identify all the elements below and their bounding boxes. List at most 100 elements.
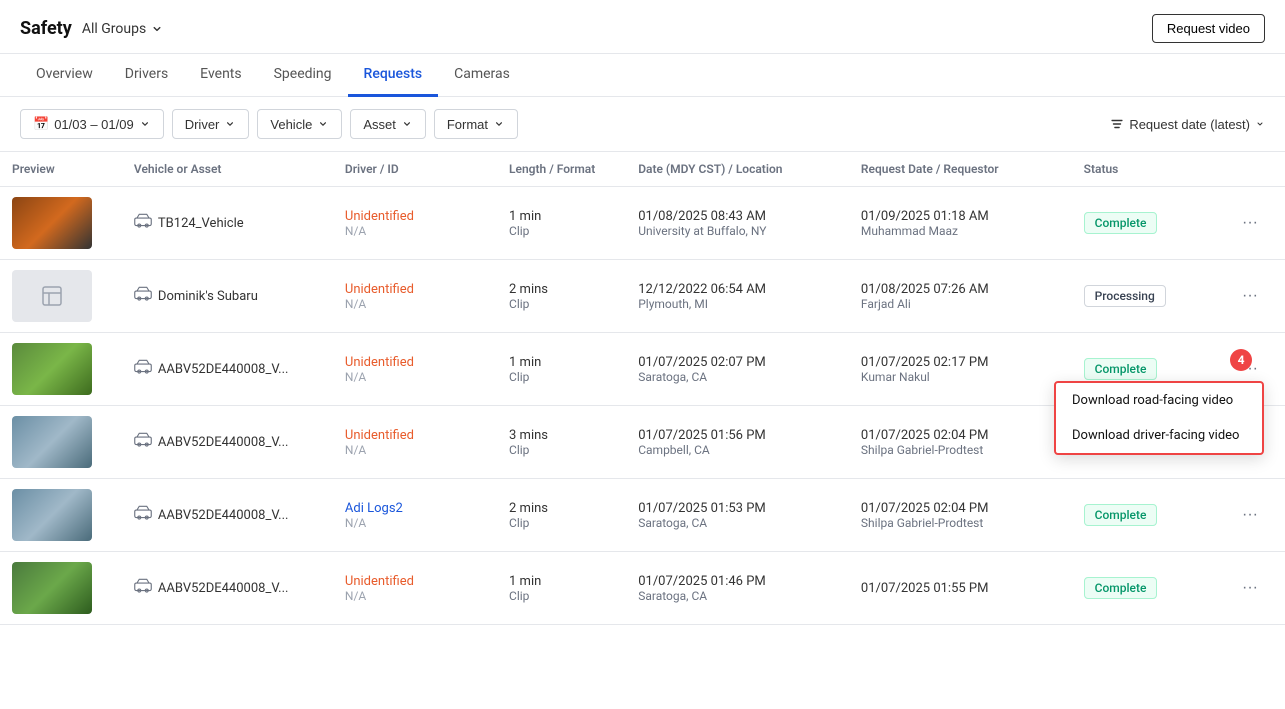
driver-filter[interactable]: Driver	[172, 109, 250, 139]
vehicle-cell: AABV52DE440008_V...	[122, 552, 333, 625]
more-options-button[interactable]: ···	[1236, 284, 1264, 308]
vehicle-name: AABV52DE440008_V...	[158, 581, 289, 596]
more-options-button[interactable]: ···	[1236, 503, 1264, 527]
vehicle-icon	[134, 212, 152, 234]
chevron-down-icon	[224, 118, 236, 130]
driver-name[interactable]: Unidentified	[345, 355, 485, 370]
driver-id: N/A	[345, 297, 485, 311]
vehicle-cell: AABV52DE440008_V...	[122, 333, 333, 406]
date-cell: 01/08/2025 08:43 AM University at Buffal…	[626, 187, 849, 260]
tab-events[interactable]: Events	[184, 54, 257, 97]
requestor-value: Muhammad Maaz	[861, 224, 1060, 238]
date-value: 01/07/2025 02:07 PM	[638, 355, 837, 370]
tab-cameras[interactable]: Cameras	[438, 54, 526, 97]
length-cell: 1 min Clip	[497, 552, 626, 625]
vehicle-name: AABV52DE440008_V...	[158, 362, 289, 377]
length-cell: 1 min Clip	[497, 187, 626, 260]
status-cell: Complete	[1072, 552, 1224, 625]
actions-cell: ···	[1224, 479, 1285, 552]
length-value: 1 min	[509, 209, 614, 224]
driver-cell: Adi Logs2 N/A	[333, 479, 497, 552]
preview-thumbnail	[12, 197, 92, 249]
length-value: 1 min	[509, 355, 614, 370]
request-date-cell: 01/07/2025 01:55 PM	[849, 552, 1072, 625]
length-value: 3 mins	[509, 428, 614, 443]
length-value: 2 mins	[509, 282, 614, 297]
download-driver-facing[interactable]: Download driver-facing video	[1056, 418, 1262, 453]
driver-name[interactable]: Unidentified	[345, 209, 485, 224]
col-header-vehicle: Vehicle or Asset	[122, 152, 333, 187]
format-value: Clip	[509, 516, 614, 530]
sort-button[interactable]: Request date (latest)	[1110, 117, 1265, 132]
preview-thumbnail	[12, 489, 92, 541]
chevron-down-icon	[139, 118, 151, 130]
group-selector[interactable]: All Groups	[82, 21, 164, 37]
asset-filter[interactable]: Asset	[350, 109, 426, 139]
request-date-cell: 01/08/2025 07:26 AM Farjad Ali	[849, 260, 1072, 333]
preview-cell	[0, 260, 122, 333]
date-value: 01/07/2025 01:53 PM	[638, 501, 837, 516]
table-row: AABV52DE440008_V... Unidentified N/A 1 m…	[0, 333, 1285, 406]
req-date-value: 01/07/2025 01:55 PM	[861, 581, 1060, 596]
preview-cell	[0, 333, 122, 406]
driver-id: N/A	[345, 224, 485, 238]
vehicle-icon	[134, 431, 152, 453]
dropdown-badge: 4	[1230, 349, 1252, 371]
length-cell: 2 mins Clip	[497, 479, 626, 552]
status-badge: Complete	[1084, 577, 1158, 599]
more-options-button[interactable]: ···	[1236, 211, 1264, 235]
driver-cell: Unidentified N/A	[333, 333, 497, 406]
length-value: 2 mins	[509, 501, 614, 516]
requestor-value: Kumar Nakul	[861, 370, 1060, 384]
driver-name[interactable]: Unidentified	[345, 282, 485, 297]
filter-bar: 📅 01/03 – 01/09 Driver Vehicle Asset For…	[0, 97, 1285, 152]
page-header: Safety All Groups Request video	[0, 0, 1285, 54]
driver-name[interactable]: Adi Logs2	[345, 501, 485, 516]
col-header-preview: Preview	[0, 152, 122, 187]
preview-cell	[0, 187, 122, 260]
vehicle-name: AABV52DE440008_V...	[158, 435, 289, 450]
requestor-value: Farjad Ali	[861, 297, 1060, 311]
table-row: AABV52DE440008_V... Adi Logs2 N/A 2 mins…	[0, 479, 1285, 552]
date-range-filter[interactable]: 📅 01/03 – 01/09	[20, 109, 164, 139]
tab-overview[interactable]: Overview	[20, 54, 109, 97]
driver-name[interactable]: Unidentified	[345, 428, 485, 443]
vehicle-cell: TB124_Vehicle	[122, 187, 333, 260]
status-cell: Complete	[1072, 479, 1224, 552]
driver-name[interactable]: Unidentified	[345, 574, 485, 589]
date-cell: 01/07/2025 01:46 PM Saratoga, CA	[626, 552, 849, 625]
requests-table: Preview Vehicle or Asset Driver / ID Len…	[0, 152, 1285, 681]
preview-cell	[0, 406, 122, 479]
request-date-cell: 01/07/2025 02:04 PM Shilpa Gabriel-Prodt…	[849, 479, 1072, 552]
req-date-value: 01/07/2025 02:04 PM	[861, 501, 1060, 516]
tab-requests[interactable]: Requests	[348, 54, 439, 97]
driver-id: N/A	[345, 589, 485, 603]
req-date-value: 01/07/2025 02:17 PM	[861, 355, 1060, 370]
date-cell: 01/07/2025 01:53 PM Saratoga, CA	[626, 479, 849, 552]
vehicle-filter[interactable]: Vehicle	[257, 109, 342, 139]
req-date-value: 01/09/2025 01:18 AM	[861, 209, 1060, 224]
download-road-facing[interactable]: Download road-facing video	[1056, 383, 1262, 418]
vehicle-icon	[134, 285, 152, 307]
location-value: Campbell, CA	[638, 443, 837, 457]
location-value: Saratoga, CA	[638, 370, 837, 384]
req-date-value: 01/07/2025 02:04 PM	[861, 428, 1060, 443]
date-value: 01/08/2025 08:43 AM	[638, 209, 837, 224]
request-video-button[interactable]: Request video	[1152, 14, 1265, 43]
request-date-cell: 01/07/2025 02:04 PM Shilpa Gabriel-Prodt…	[849, 406, 1072, 479]
length-cell: 3 mins Clip	[497, 406, 626, 479]
calendar-icon: 📅	[33, 116, 49, 132]
date-cell: 01/07/2025 02:07 PM Saratoga, CA	[626, 333, 849, 406]
requestor-value: Shilpa Gabriel-Prodtest	[861, 443, 1060, 457]
table-row: Dominik's Subaru Unidentified N/A 2 mins…	[0, 260, 1285, 333]
status-badge: Complete	[1084, 504, 1158, 526]
col-header-length: Length / Format	[497, 152, 626, 187]
chevron-down-icon	[493, 118, 505, 130]
length-cell: 2 mins Clip	[497, 260, 626, 333]
more-options-button[interactable]: ···	[1236, 576, 1264, 600]
tab-speeding[interactable]: Speeding	[258, 54, 348, 97]
tab-drivers[interactable]: Drivers	[109, 54, 184, 97]
table-row: TB124_Vehicle Unidentified N/A 1 min Cli…	[0, 187, 1285, 260]
chevron-down-icon	[150, 22, 164, 36]
format-filter[interactable]: Format	[434, 109, 518, 139]
